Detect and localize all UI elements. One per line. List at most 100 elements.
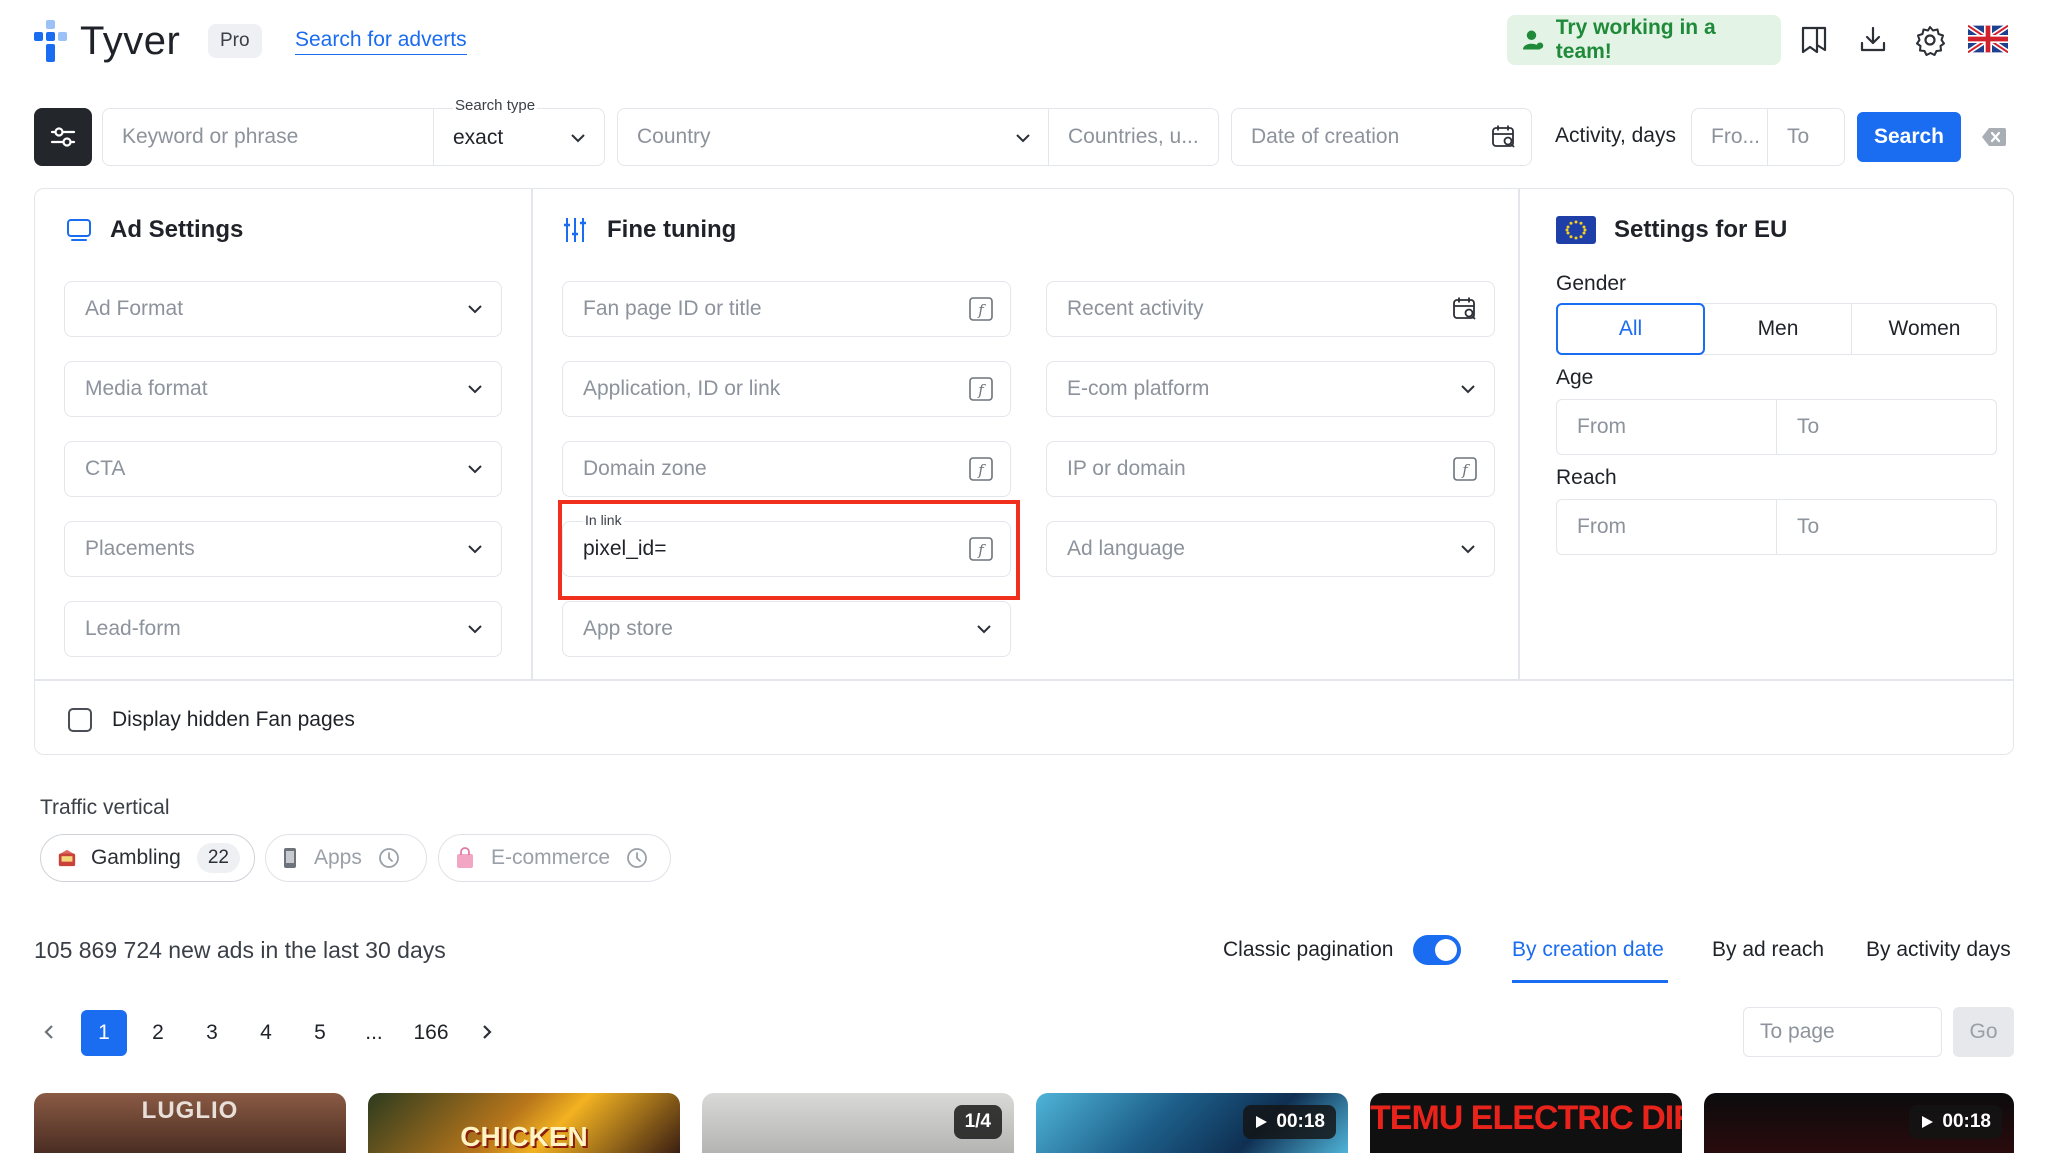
chevron-down-icon (468, 305, 482, 314)
media-format-select[interactable]: Media format (64, 361, 502, 417)
age-from-input[interactable]: From (1556, 399, 1778, 455)
chip-gambling[interactable]: Gambling 22 (40, 834, 255, 882)
checkbox-label: Display hidden Fan pages (112, 708, 355, 731)
svg-text:f: f (977, 461, 986, 479)
sort-active-underline (1512, 980, 1668, 983)
chevron-down-icon (1461, 385, 1475, 394)
eu-flag-icon (1556, 216, 1596, 244)
team-button-label: Try working in a team! (1555, 16, 1716, 63)
shopping-bag-icon (457, 847, 473, 868)
play-icon (1922, 1116, 1934, 1128)
to-page-input[interactable]: To page (1743, 1007, 1942, 1057)
ip-domain-input[interactable]: IP or domain f (1046, 441, 1495, 497)
svg-text:f: f (977, 381, 986, 399)
country-select[interactable]: Country (617, 108, 1050, 166)
equalizer-icon (564, 218, 586, 242)
placements-select[interactable]: Placements (64, 521, 502, 577)
reach-label: Reach (1556, 466, 1617, 489)
lead-form-select[interactable]: Lead-form (64, 601, 502, 657)
go-button[interactable]: Go (1953, 1007, 2014, 1057)
ad-thumbnail-5[interactable]: TEMU ELECTRIC DIRT BIKE (1370, 1093, 1682, 1153)
clear-filters-icon[interactable] (1981, 126, 2007, 148)
ad-settings-title: Ad Settings (110, 216, 244, 243)
brand-logo[interactable]: Tyver (34, 18, 180, 64)
display-hidden-fan-pages-checkbox[interactable]: Display hidden Fan pages (68, 708, 355, 732)
tyver-logo-icon (34, 20, 67, 62)
function-icon[interactable]: f (1452, 456, 1478, 482)
cta-select[interactable]: CTA (64, 441, 502, 497)
bookmarks-icon[interactable] (1799, 24, 1829, 56)
person-icon (1523, 30, 1544, 50)
checkbox-box[interactable] (68, 708, 92, 732)
page-5[interactable]: 5 (297, 1010, 343, 1056)
search-type-label: Search type (453, 97, 538, 114)
uk-flag-icon[interactable] (1968, 24, 2008, 54)
reach-from-input[interactable]: From (1556, 499, 1778, 555)
chevron-right-icon[interactable] (478, 1023, 496, 1041)
monitor-icon (67, 219, 91, 241)
chevron-left-icon[interactable] (40, 1023, 58, 1041)
gender-all-button[interactable]: All (1556, 303, 1705, 355)
ad-thumbnail-4[interactable]: 00:18 (1036, 1093, 1348, 1153)
highlight-box (558, 500, 1020, 600)
activity-to-input[interactable]: To (1767, 108, 1845, 166)
filters-toggle-button[interactable] (34, 108, 92, 166)
chevron-down-icon (468, 465, 482, 474)
sort-by-activity-days[interactable]: By activity days (1866, 938, 2011, 962)
ad-language-select[interactable]: Ad language (1046, 521, 1495, 577)
gender-label: Gender (1556, 272, 1627, 295)
page-3[interactable]: 3 (189, 1010, 235, 1056)
traffic-vertical-label: Traffic vertical (40, 796, 170, 819)
recent-activity-input[interactable]: Recent activity (1046, 281, 1495, 337)
gender-men-button[interactable]: Men (1705, 303, 1852, 355)
brand-name: Tyver (80, 18, 181, 63)
slide-count-badge: 1/4 (953, 1105, 1002, 1139)
ad-thumbnail-3[interactable]: 1/4 (702, 1093, 1014, 1153)
chip-apps[interactable]: Apps (265, 834, 427, 882)
page-4[interactable]: 4 (243, 1010, 289, 1056)
page-2[interactable]: 2 (135, 1010, 181, 1056)
chip-ecommerce[interactable]: E-commerce (438, 834, 671, 882)
download-icon[interactable] (1858, 25, 1888, 55)
activity-from-input[interactable]: Fro... (1691, 108, 1769, 166)
domain-zone-input[interactable]: Domain zone f (562, 441, 1011, 497)
search-type-select[interactable]: Search type exact (433, 97, 605, 166)
thumbnail-caption: TEMU ELECTRIC DIRT BIKE (1370, 1099, 1682, 1137)
search-button[interactable]: Search (1857, 112, 1961, 162)
nav-search-adverts-link[interactable]: Search for adverts (295, 28, 467, 55)
function-icon[interactable]: f (968, 456, 994, 482)
team-button[interactable]: Try working in a team! (1507, 15, 1781, 65)
page-166[interactable]: 166 (405, 1010, 457, 1056)
ad-thumbnail-6[interactable]: 00:18 (1704, 1093, 2014, 1153)
gear-icon[interactable] (1914, 24, 1946, 56)
classic-pagination-toggle[interactable] (1413, 935, 1461, 965)
function-icon[interactable]: f (968, 296, 994, 322)
sort-by-creation-date[interactable]: By creation date (1512, 938, 1664, 962)
calendar-search-icon[interactable] (1491, 124, 1517, 150)
page-1[interactable]: 1 (81, 1010, 127, 1056)
function-icon[interactable]: f (968, 376, 994, 402)
clock-icon (378, 848, 399, 868)
age-to-input[interactable]: To (1776, 399, 1997, 455)
calendar-search-icon[interactable] (1452, 296, 1478, 322)
keyword-input[interactable]: Keyword or phrase (102, 108, 435, 166)
svg-text:f: f (977, 301, 986, 319)
countries-input[interactable]: Countries, u... (1048, 108, 1219, 166)
fan-page-input[interactable]: Fan page ID or title f (562, 281, 1011, 337)
results-summary: 105 869 724 new ads in the last 30 days (34, 937, 446, 963)
chevron-down-icon (1016, 134, 1030, 143)
sliders-icon (50, 127, 76, 147)
search-type-value: exact (453, 126, 504, 149)
date-of-creation-input[interactable]: Date of creation (1231, 108, 1532, 166)
reach-to-input[interactable]: To (1776, 499, 1997, 555)
application-input[interactable]: Application, ID or link f (562, 361, 1011, 417)
ad-format-select[interactable]: Ad Format (64, 281, 502, 337)
plan-badge: Pro (208, 24, 262, 58)
gender-women-button[interactable]: Women (1852, 303, 1997, 355)
ad-thumbnail-2[interactable]: CHICKEN (368, 1093, 680, 1153)
app-store-select[interactable]: App store (562, 601, 1011, 657)
ad-thumbnail-1[interactable]: LUGLIO (34, 1093, 346, 1153)
sort-by-ad-reach[interactable]: By ad reach (1712, 938, 1824, 962)
ecom-platform-select[interactable]: E-com platform (1046, 361, 1495, 417)
fine-tuning-title: Fine tuning (607, 216, 737, 243)
